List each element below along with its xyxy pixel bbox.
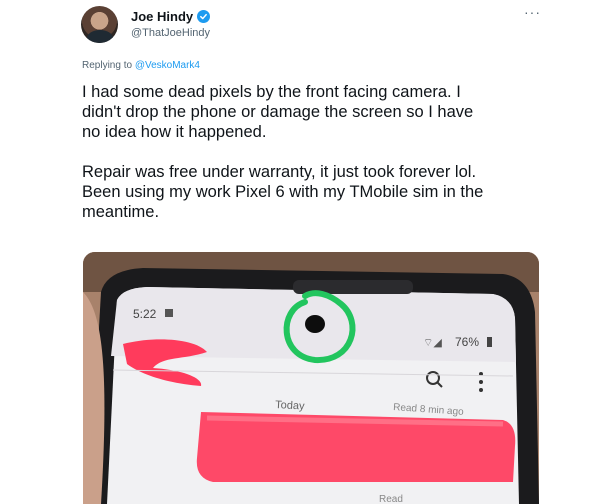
signal-icon: ⌔◢ [423, 337, 442, 349]
more-options-icon[interactable]: ··· [524, 4, 541, 20]
verified-badge-icon [197, 10, 211, 23]
notification-icon [165, 309, 173, 317]
phone-photo-illustration: 5:22 ⌔◢ 76% Today Read 8 min ago Read [83, 252, 539, 504]
date-divider-today: Today [275, 399, 305, 413]
status-time: 5:22 [133, 307, 157, 321]
reply-mention-link[interactable]: @VeskoMark4 [135, 60, 200, 71]
replying-to-prefix: Replying to [82, 60, 135, 71]
tweet-paragraph-1: I had some dead pixels by the front faci… [82, 83, 474, 141]
author-name-row: Joe Hindy [131, 9, 211, 24]
battery-icon [487, 337, 492, 347]
tweet-photo[interactable]: 5:22 ⌔◢ 76% Today Read 8 min ago Read [83, 252, 539, 504]
read-receipt-partial: Read [379, 494, 403, 504]
author-handle[interactable]: @ThatJoeHindy [131, 27, 210, 39]
replying-to: Replying to @VeskoMark4 [82, 60, 200, 71]
battery-percent: 76% [455, 335, 479, 349]
author-display-name[interactable]: Joe Hindy [131, 9, 193, 24]
author-avatar[interactable] [81, 6, 118, 43]
dead-pixel-blob [305, 315, 325, 333]
tweet-paragraph-2: Repair was free under warranty, it just … [82, 163, 484, 221]
tweet-text: I had some dead pixels by the front faci… [82, 82, 542, 242]
